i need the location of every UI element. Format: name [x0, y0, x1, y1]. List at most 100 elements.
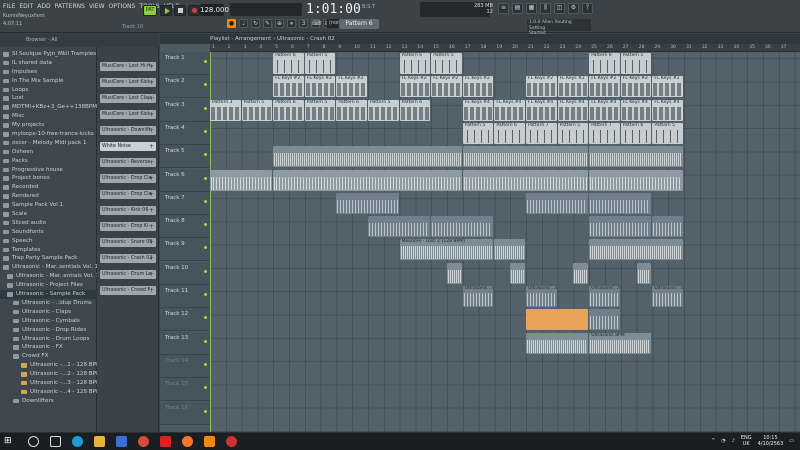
- tempo-display[interactable]: 128.000: [200, 4, 229, 16]
- playlist-clip[interactable]: [526, 309, 589, 331]
- channel-button[interactable]: Ultrasonic - Drop Ki: [100, 222, 156, 231]
- youtube-icon[interactable]: [160, 436, 171, 447]
- playlist-clip[interactable]: Pattern 6: [273, 99, 304, 121]
- menu-file[interactable]: FILE: [3, 3, 15, 10]
- channel-button[interactable]: MusiCore - Lost Hi-H..: [100, 62, 156, 71]
- playlist-clip[interactable]: [510, 262, 525, 284]
- browser-item[interactable]: Ultrasonic - Drum Loops: [0, 335, 97, 344]
- arrangement-grid[interactable]: Pattern 6 Pattern 5 Pattern 6 Pattern 5 Patt…: [210, 52, 800, 432]
- file-explorer-icon[interactable]: [94, 436, 105, 447]
- browser-item[interactable]: In The Mix Sample: [0, 77, 97, 86]
- playlist-clip[interactable]: FL Keys #2: [557, 76, 589, 98]
- record-button[interactable]: [188, 5, 200, 16]
- notification-icon[interactable]: ▭: [789, 438, 794, 444]
- track-header[interactable]: Track 7: [160, 191, 210, 215]
- channel-button[interactable]: MusiCore - Lost Kick..: [100, 110, 156, 119]
- playlist-clip[interactable]: FL Keys #2: [462, 76, 494, 98]
- playlist-clip[interactable]: FL Keys #4: [557, 99, 589, 121]
- track-header[interactable]: Track 10: [160, 261, 210, 285]
- track-mute-led[interactable]: [204, 223, 207, 227]
- channel-button[interactable]: Ultrasonic - Kick 06: [100, 206, 156, 215]
- channel-rack-icon[interactable]: ▦: [526, 3, 537, 14]
- song-position-display[interactable]: 1:01:00: [306, 1, 361, 19]
- playlist-clip[interactable]: Pattern 5: [304, 53, 336, 74]
- track-header[interactable]: Track 16: [160, 401, 210, 425]
- menu-edit[interactable]: EDIT: [19, 3, 33, 10]
- browser-item[interactable]: SI Soulque Pyjn_Mkll Trampies: [0, 50, 97, 59]
- browser-item[interactable]: Rendered: [0, 192, 97, 201]
- browser-item[interactable]: Ultrasonic - ..idup Drums: [0, 299, 97, 308]
- track-header[interactable]: Track 9: [160, 238, 210, 262]
- track-mute-led[interactable]: [204, 176, 207, 180]
- play-button[interactable]: [160, 5, 172, 16]
- browser-item[interactable]: Ultrasonic - Project Files: [0, 281, 97, 290]
- blend-icon[interactable]: ⊕: [275, 19, 284, 28]
- playlist-clip[interactable]: [368, 216, 431, 238]
- track-mute-led[interactable]: [204, 106, 207, 110]
- playlist-clip[interactable]: [462, 146, 589, 168]
- task-view-icon[interactable]: [50, 436, 61, 447]
- pattern-song-toggle[interactable]: PAT: [143, 5, 157, 16]
- playlist-clip[interactable]: [589, 216, 652, 238]
- playlist-clip[interactable]: FL Keys #2: [526, 76, 557, 98]
- search-icon[interactable]: [28, 436, 39, 447]
- browser-item[interactable]: Ultrasonic -...3 - 128 BPM: [0, 379, 97, 388]
- track-header[interactable]: Track 4: [160, 121, 210, 145]
- playlist-clip[interactable]: Ultrasonic ..er 01: [589, 286, 620, 307]
- pattern-selector[interactable]: Pattern 6: [339, 19, 379, 29]
- channel-button[interactable]: Ultrasonic - Crowd F: [100, 286, 156, 295]
- playlist-clip[interactable]: Ultrasonic 8PM: [589, 332, 652, 354]
- playlist-clip[interactable]: [462, 169, 589, 191]
- track-mute-led[interactable]: [204, 293, 207, 296]
- menu-view[interactable]: VIEW: [89, 3, 105, 10]
- playlist-clip[interactable]: [636, 262, 652, 284]
- channel-button[interactable]: White Noise: [100, 142, 156, 151]
- playlist-clip[interactable]: [573, 262, 589, 284]
- loop-icon[interactable]: ↻: [251, 19, 260, 28]
- browser-item[interactable]: Progressive house: [0, 166, 97, 175]
- playlist-clip[interactable]: [589, 146, 683, 168]
- track-header[interactable]: Track 3: [160, 98, 210, 122]
- playlist-clip[interactable]: Pattern 7: [589, 122, 620, 144]
- track-header[interactable]: Track 15: [160, 378, 210, 402]
- firefox-icon[interactable]: [182, 436, 193, 447]
- playlist-clip[interactable]: FL Keys #2: [589, 76, 620, 98]
- playlist-clip[interactable]: Ultrasonic ..er 01: [652, 286, 683, 307]
- countdown-icon[interactable]: 3: [299, 19, 308, 28]
- menu-add[interactable]: ADD: [37, 3, 50, 10]
- playlist-clip[interactable]: Pattern 6: [494, 122, 525, 144]
- browser-item[interactable]: Misc: [0, 112, 97, 121]
- playlist-clip[interactable]: FL Keys #2: [652, 76, 683, 98]
- playlist-clip[interactable]: [652, 216, 683, 238]
- playlist-clip[interactable]: FL Keys #2: [399, 76, 431, 98]
- channel-button[interactable]: Ultrasonic - Reverse: [100, 158, 156, 167]
- browser-item[interactable]: Loops: [0, 86, 97, 95]
- volume-icon[interactable]: ♪: [732, 438, 735, 444]
- playlist-clip[interactable]: FL Keys #4: [652, 99, 683, 121]
- browser-item[interactable]: Ultrasonic -...2 - 128 BPM: [0, 370, 97, 379]
- browser-item[interactable]: Templates: [0, 246, 97, 255]
- track-mute-led[interactable]: [204, 199, 207, 203]
- playlist-clip[interactable]: FL Keys #4: [526, 99, 557, 121]
- browser-item[interactable]: Ultrasonic -...1 - 128 BPM: [0, 361, 97, 370]
- channel-button[interactable]: Ultrasonic - Drop Cla: [100, 190, 156, 199]
- tray-arrow-icon[interactable]: ^: [711, 438, 715, 444]
- playlist-clip[interactable]: [589, 192, 652, 214]
- playlist-clip[interactable]: Pattern 5: [241, 99, 273, 121]
- clock[interactable]: 10:15 4/10/2563: [758, 435, 784, 447]
- playlist-clip[interactable]: Pattern 5: [620, 53, 652, 74]
- track-header[interactable]: Track 1: [160, 52, 210, 75]
- track-header[interactable]: Track 12: [160, 308, 210, 332]
- playlist-clip[interactable]: Pattern 5: [557, 122, 589, 144]
- playlist-clip[interactable]: [273, 169, 462, 191]
- playlist-clip[interactable]: [589, 169, 683, 191]
- playlist-clip[interactable]: Ultrasonic ..er 01: [462, 286, 494, 307]
- help-icon[interactable]: ?: [582, 3, 593, 14]
- browser-item[interactable]: My projects: [0, 121, 97, 130]
- playlist-clip[interactable]: [431, 216, 494, 238]
- playlist-clip[interactable]: [210, 169, 273, 191]
- track-header[interactable]: Track 8: [160, 215, 210, 239]
- mixer-icon[interactable]: ⫼: [540, 3, 551, 14]
- browser-item[interactable]: oscer - Melody Midi pack 1: [0, 139, 97, 148]
- channel-button[interactable]: MusiCore - Lost Clap..: [100, 94, 156, 103]
